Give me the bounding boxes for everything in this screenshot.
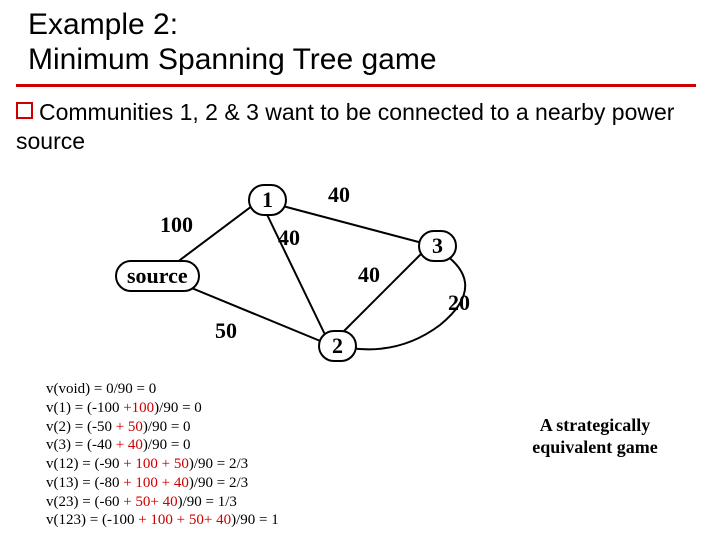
v-13: v(13) = (-80 + 100 + 40)/90 = 2/3 <box>46 474 279 493</box>
caption-line-2: equivalent game <box>532 437 658 457</box>
weight-1-2: 40 <box>278 225 300 251</box>
v-1: v(1) = (-100 +100)/90 = 0 <box>46 399 279 418</box>
v-void: v(void) = 0/90 = 0 <box>46 380 279 399</box>
node-source: source <box>115 260 200 292</box>
v-123: v(123) = (-100 + 100 + 50+ 40)/90 = 1 <box>46 511 279 530</box>
v-3: v(3) = (-40 + 40)/90 = 0 <box>46 436 279 455</box>
title-line-2: Minimum Spanning Tree game <box>28 43 437 76</box>
node-2: 2 <box>318 330 357 362</box>
node-3: 3 <box>418 230 457 262</box>
title-line-1: Example 2: <box>28 8 178 41</box>
weight-1-3: 40 <box>328 182 350 208</box>
slide-title: Example 2: Minimum Spanning Tree game <box>28 8 437 77</box>
weight-source-2: 50 <box>215 318 237 344</box>
bullet-content: Communities 1, 2 & 3 want to be connecte… <box>16 99 674 154</box>
v-equations: v(void) = 0/90 = 0 v(1) = (-100 +100)/90… <box>46 380 279 530</box>
weight-2-3: 40 <box>358 262 380 288</box>
bullet-text: Communities 1, 2 & 3 want to be connecte… <box>16 98 710 156</box>
weight-source-1: 100 <box>160 212 193 238</box>
caption-line-1: A strategically <box>540 415 650 435</box>
v-2: v(2) = (-50 + 50)/90 = 0 <box>46 418 279 437</box>
node-1: 1 <box>248 184 287 216</box>
v-12: v(12) = (-90 + 100 + 50)/90 = 2/3 <box>46 455 279 474</box>
side-caption: A strategically equivalent game <box>500 415 690 458</box>
v-23: v(23) = (-60 + 50+ 40)/90 = 1/3 <box>46 493 279 512</box>
weight-3-loop: 20 <box>448 290 470 316</box>
title-underline <box>16 84 696 87</box>
bullet-square-icon <box>16 102 33 119</box>
graph-diagram: source 1 2 3 100 40 40 40 20 50 <box>100 170 520 370</box>
slide-root: Example 2: Minimum Spanning Tree game Co… <box>0 0 720 540</box>
